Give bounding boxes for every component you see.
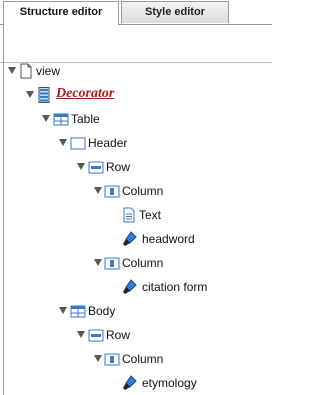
row-icon xyxy=(88,329,104,342)
tree-node-label: Table xyxy=(71,112,100,126)
collapse-toggle-icon[interactable] xyxy=(77,163,85,170)
tree-node-row[interactable]: Row xyxy=(0,158,272,176)
tree-node-header[interactable]: Header xyxy=(0,134,272,152)
tree-node-etymology[interactable]: etymology xyxy=(0,374,272,392)
tree-node-citation-form[interactable]: citation form xyxy=(0,278,272,296)
tree-node-view[interactable]: view xyxy=(0,62,272,80)
tree-node-label: Column xyxy=(122,184,164,198)
tree-node-column[interactable]: Column xyxy=(0,182,272,200)
tree-node-label: Row xyxy=(106,160,131,174)
tab-structure-editor[interactable]: Structure editor xyxy=(3,1,119,25)
collapse-toggle-icon[interactable] xyxy=(94,355,102,362)
collapse-toggle-icon[interactable] xyxy=(77,331,85,338)
column-icon xyxy=(104,257,120,270)
tab-bar: Structure editor Style editor xyxy=(0,0,272,25)
text-icon xyxy=(123,207,135,223)
collapse-toggle-icon[interactable] xyxy=(59,139,67,146)
table-icon xyxy=(53,113,69,126)
field-icon xyxy=(123,231,137,246)
tree-node-headword[interactable]: headword xyxy=(0,230,272,248)
field-icon xyxy=(123,375,137,390)
tree-node-column[interactable]: Column xyxy=(0,350,272,368)
tree-node-text[interactable]: Text xyxy=(0,206,272,224)
tree-node-label: etymology xyxy=(142,376,197,390)
tree-node-body[interactable]: Body xyxy=(0,302,272,320)
table-icon xyxy=(70,305,86,318)
tree-node-label: Column xyxy=(122,352,164,366)
column-icon xyxy=(104,353,120,366)
tree-node-label: Header xyxy=(88,136,128,150)
tree-node-label: Body xyxy=(88,304,116,318)
tree-node-label: citation form xyxy=(142,280,208,294)
column-icon xyxy=(104,185,120,198)
tree-node-label: Text xyxy=(139,208,162,222)
collapse-toggle-icon[interactable] xyxy=(94,187,102,194)
row-icon xyxy=(88,161,104,174)
tree-node-label: headword xyxy=(142,232,195,246)
field-icon xyxy=(123,279,137,294)
tree-node-label: Row xyxy=(106,328,131,342)
collapse-toggle-icon[interactable] xyxy=(8,67,16,74)
decorator-icon xyxy=(38,87,50,103)
tree-node-label: Decorator xyxy=(56,86,115,101)
tab-style-editor[interactable]: Style editor xyxy=(121,1,229,23)
tree-node-table[interactable]: Table xyxy=(0,110,272,128)
tree-node-row[interactable]: Row xyxy=(0,326,272,344)
toolbar xyxy=(0,25,272,63)
collapse-toggle-icon[interactable] xyxy=(59,307,67,314)
collapse-toggle-icon[interactable] xyxy=(42,115,50,122)
collapse-toggle-icon[interactable] xyxy=(26,91,34,98)
collapse-toggle-icon[interactable] xyxy=(94,259,102,266)
tree-node-decorator[interactable]: Decorator xyxy=(0,86,272,104)
header-icon xyxy=(70,137,86,150)
tree-node-column[interactable]: Column xyxy=(0,254,272,272)
tree-node-label: Column xyxy=(122,256,164,270)
tree-node-label: view xyxy=(36,64,61,78)
document-icon xyxy=(20,63,32,79)
